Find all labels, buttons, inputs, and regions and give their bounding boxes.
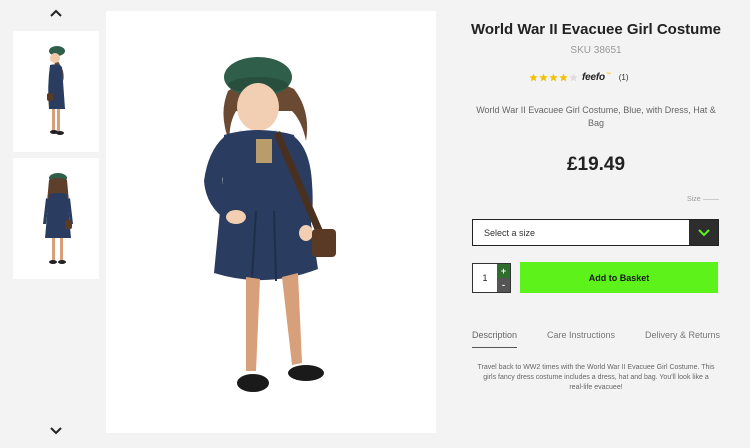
evacuee-girl-costume-image bbox=[204, 57, 336, 392]
tab-description[interactable]: Description bbox=[472, 330, 518, 348]
star-empty-icon bbox=[569, 72, 578, 81]
size-select-value: Select a size bbox=[484, 227, 536, 238]
quantity-stepper[interactable]: 1 + - bbox=[472, 263, 511, 293]
product-tabs: Description Care Instructions Delivery &… bbox=[472, 330, 720, 348]
feefo-logo: feefo™ bbox=[582, 71, 611, 83]
star-icon bbox=[529, 72, 538, 81]
quantity-decrease-button[interactable]: - bbox=[497, 278, 510, 292]
size-select[interactable]: Select a size bbox=[472, 219, 719, 246]
quantity-input[interactable]: 1 bbox=[473, 264, 497, 292]
tab-delivery-returns[interactable]: Delivery & Returns bbox=[645, 330, 720, 348]
review-count[interactable]: (1) bbox=[619, 73, 629, 82]
product-title: World War II Evacuee Girl Costume bbox=[470, 21, 722, 38]
size-label: Size bbox=[687, 196, 719, 203]
chevron-down-icon bbox=[697, 228, 710, 236]
product-price: £19.49 bbox=[566, 154, 626, 175]
chevron-down-icon bbox=[50, 427, 62, 435]
size-select-button[interactable] bbox=[689, 220, 718, 245]
product-short-description: World War II Evacuee Girl Costume, Blue,… bbox=[476, 105, 716, 128]
costume-side-image bbox=[47, 46, 65, 135]
gallery-up-arrow[interactable] bbox=[46, 5, 66, 21]
quantity-increase-button[interactable]: + bbox=[497, 264, 510, 278]
product-sku: SKU 38651 bbox=[570, 45, 622, 56]
thumbnail-side-view[interactable] bbox=[13, 31, 99, 152]
star-icon bbox=[549, 72, 558, 81]
main-product-image bbox=[106, 11, 436, 433]
tab-care-instructions[interactable]: Care Instructions bbox=[547, 330, 615, 348]
star-rating bbox=[529, 72, 578, 82]
add-to-basket-button[interactable]: Add to Basket bbox=[520, 262, 718, 293]
star-icon bbox=[559, 72, 568, 81]
star-icon bbox=[539, 72, 548, 81]
gallery-down-arrow[interactable] bbox=[46, 423, 66, 439]
rating-widget[interactable]: feefo™ (1) bbox=[529, 71, 629, 83]
tab-description-content: Travel back to WW2 times with the World … bbox=[477, 364, 715, 391]
costume-back-image bbox=[43, 173, 73, 264]
thumbnail-back-view[interactable] bbox=[13, 158, 99, 279]
chevron-up-icon bbox=[50, 9, 62, 17]
